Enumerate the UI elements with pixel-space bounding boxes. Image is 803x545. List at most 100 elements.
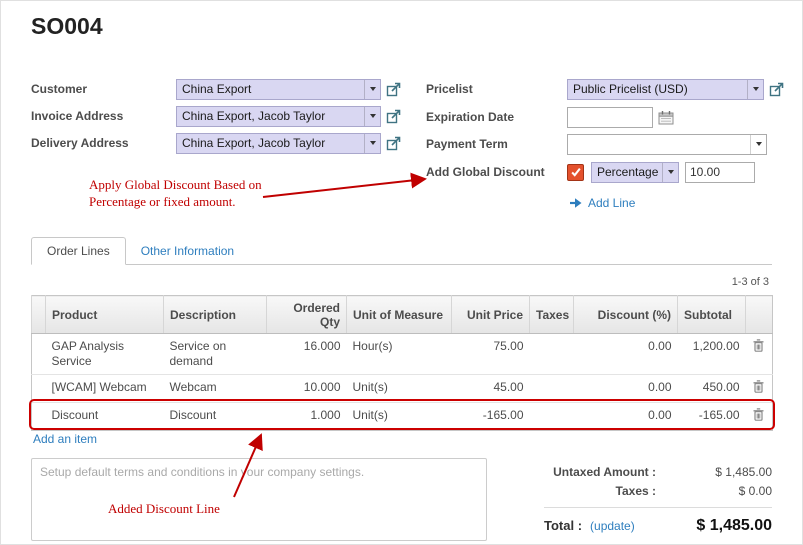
total-label: Total :: [544, 518, 582, 533]
discount-type-select[interactable]: Percentage: [591, 162, 679, 183]
taxes-row: Taxes : $ 0.00: [499, 484, 772, 498]
cell-uom[interactable]: Unit(s): [347, 403, 452, 431]
annotation-global-discount-note: Apply Global Discount Based on Percentag…: [89, 177, 283, 211]
external-link-icon[interactable]: [769, 82, 784, 97]
delivery-address-value: China Export, Jacob Taylor: [182, 136, 364, 150]
row-handle[interactable]: [32, 403, 46, 431]
trash-icon: [753, 339, 764, 352]
arrow-right-icon: [569, 197, 583, 209]
cell-uom[interactable]: Hour(s): [347, 334, 452, 375]
payment-term-select[interactable]: [567, 134, 767, 155]
cell-subtotal: -165.00: [678, 403, 746, 431]
cell-description[interactable]: Discount: [164, 403, 267, 431]
pricelist-value: Public Pricelist (USD): [573, 82, 747, 96]
external-link-icon[interactable]: [386, 109, 401, 124]
row-handle[interactable]: [32, 375, 46, 403]
cell-product[interactable]: [WCAM] Webcam: [46, 375, 164, 403]
delivery-address-label: Delivery Address: [31, 136, 176, 150]
cell-description[interactable]: Service on demand: [164, 334, 267, 375]
cell-product[interactable]: Discount: [46, 403, 164, 431]
page-title: SO004: [31, 13, 103, 40]
chevron-down-icon: [364, 134, 380, 153]
terms-textarea[interactable]: Setup default terms and conditions in yo…: [31, 458, 487, 541]
table-row[interactable]: GAP Analysis Service Service on demand 1…: [32, 334, 773, 375]
expiration-date-field-row: Expiration Date: [426, 105, 674, 129]
customer-select[interactable]: China Export: [176, 79, 381, 100]
expiration-date-input[interactable]: [567, 107, 653, 128]
cell-taxes[interactable]: [530, 403, 574, 431]
chevron-down-icon: [364, 107, 380, 126]
chevron-down-icon: [364, 80, 380, 99]
payment-term-label: Payment Term: [426, 137, 567, 151]
external-link-icon[interactable]: [386, 136, 401, 151]
add-line-button[interactable]: Add Line: [569, 191, 635, 215]
payment-term-field-row: Payment Term: [426, 132, 767, 156]
col-header-product[interactable]: Product: [46, 296, 164, 334]
cell-taxes[interactable]: [530, 375, 574, 403]
global-discount-label: Add Global Discount: [426, 165, 567, 179]
global-discount-checkbox[interactable]: [567, 164, 584, 181]
pricelist-field-row: Pricelist Public Pricelist (USD): [426, 77, 784, 101]
update-total-link[interactable]: (update): [590, 519, 635, 533]
cell-subtotal: 1,200.00: [678, 334, 746, 375]
invoice-address-label: Invoice Address: [31, 109, 176, 123]
table-row-discount-line[interactable]: Discount Discount 1.000 Unit(s) -165.00 …: [32, 403, 773, 431]
add-line-label: Add Line: [588, 196, 635, 210]
col-header-subtotal[interactable]: Subtotal: [678, 296, 746, 334]
cell-product[interactable]: GAP Analysis Service: [46, 334, 164, 375]
tab-bar: Order Lines Other Information: [31, 237, 772, 265]
chevron-down-icon: [747, 80, 763, 99]
col-header-description[interactable]: Description: [164, 296, 267, 334]
tab-other-information[interactable]: Other Information: [126, 238, 249, 264]
check-icon: [570, 166, 582, 178]
calendar-icon[interactable]: [658, 110, 674, 125]
customer-label: Customer: [31, 82, 176, 96]
col-header-ordered-qty[interactable]: Ordered Qty: [267, 296, 347, 334]
trash-icon: [753, 380, 764, 393]
delivery-address-field-row: Delivery Address China Export, Jacob Tay…: [31, 131, 401, 155]
table-row[interactable]: [WCAM] Webcam Webcam 10.000 Unit(s) 45.0…: [32, 375, 773, 403]
cell-price[interactable]: 75.00: [452, 334, 530, 375]
pager: 1-3 of 3: [732, 276, 769, 288]
add-an-item-link[interactable]: Add an item: [33, 432, 97, 446]
expiration-date-label: Expiration Date: [426, 110, 567, 124]
annotation-arrow-global-discount: [263, 179, 425, 197]
delete-row-button[interactable]: [746, 334, 773, 375]
cell-qty[interactable]: 10.000: [267, 375, 347, 403]
invoice-address-field-row: Invoice Address China Export, Jacob Tayl…: [31, 104, 401, 128]
col-header-unit-of-measure[interactable]: Unit of Measure: [347, 296, 452, 334]
cell-discount[interactable]: 0.00: [574, 375, 678, 403]
global-discount-field-row: Add Global Discount Percentage: [426, 160, 755, 184]
col-header-actions: [746, 296, 773, 334]
cell-discount[interactable]: 0.00: [574, 334, 678, 375]
cell-taxes[interactable]: [530, 334, 574, 375]
delivery-address-select[interactable]: China Export, Jacob Taylor: [176, 133, 381, 154]
invoice-address-value: China Export, Jacob Taylor: [182, 109, 364, 123]
pricelist-label: Pricelist: [426, 82, 567, 96]
invoice-address-select[interactable]: China Export, Jacob Taylor: [176, 106, 381, 127]
total-value: $ 1,485.00: [635, 517, 772, 535]
cell-qty[interactable]: 16.000: [267, 334, 347, 375]
discount-amount-input[interactable]: [685, 162, 755, 183]
untaxed-amount-row: Untaxed Amount : $ 1,485.00: [499, 465, 772, 479]
order-lines-table: Product Description Ordered Qty Unit of …: [31, 295, 773, 431]
cell-qty[interactable]: 1.000: [267, 403, 347, 431]
delete-row-button[interactable]: [746, 403, 773, 431]
cell-uom[interactable]: Unit(s): [347, 375, 452, 403]
cell-discount[interactable]: 0.00: [574, 403, 678, 431]
col-header-taxes[interactable]: Taxes: [530, 296, 574, 334]
delete-row-button[interactable]: [746, 375, 773, 403]
cell-price[interactable]: 45.00: [452, 375, 530, 403]
cell-description[interactable]: Webcam: [164, 375, 267, 403]
cell-price[interactable]: -165.00: [452, 403, 530, 431]
tab-order-lines[interactable]: Order Lines: [31, 237, 126, 265]
customer-value: China Export: [182, 82, 364, 96]
external-link-icon[interactable]: [386, 82, 401, 97]
row-handle[interactable]: [32, 334, 46, 375]
col-header-discount[interactable]: Discount (%): [574, 296, 678, 334]
annotation-discount-line-note: Added Discount Line: [108, 501, 220, 518]
taxes-label: Taxes :: [499, 484, 656, 498]
sales-order-page: SO004 Customer China Export Invoice Addr…: [0, 0, 803, 545]
col-header-unit-price[interactable]: Unit Price: [452, 296, 530, 334]
pricelist-select[interactable]: Public Pricelist (USD): [567, 79, 764, 100]
